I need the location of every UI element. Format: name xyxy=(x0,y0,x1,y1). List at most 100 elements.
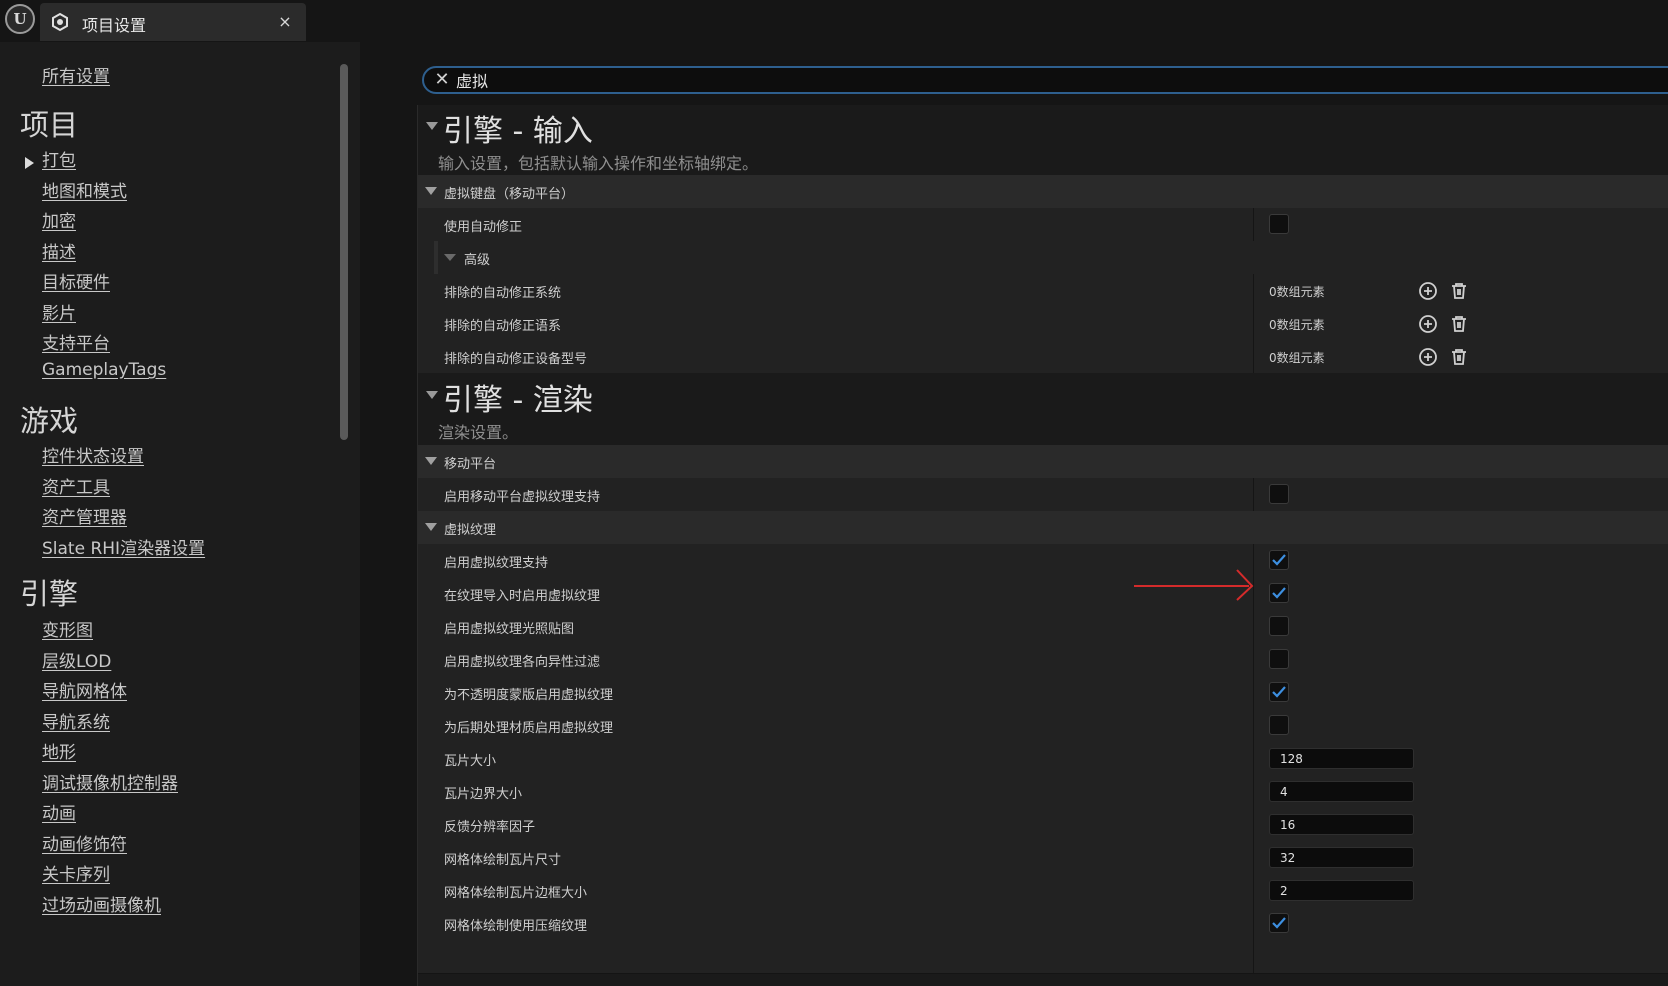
column-divider[interactable] xyxy=(1253,742,1254,775)
trash-icon[interactable] xyxy=(1448,313,1470,335)
checkbox[interactable] xyxy=(1269,484,1289,504)
tab-project-settings[interactable]: 项目设置 × xyxy=(40,3,306,41)
category-mobile[interactable]: 移动平台 xyxy=(418,445,1668,479)
nav-item-cine-camera[interactable]: 过场动画摄像机 xyxy=(42,891,161,916)
column-divider[interactable] xyxy=(1253,907,1254,940)
setting-row: 反馈分辨率因子 xyxy=(418,808,1668,842)
section-title: 引擎 - 渲染 xyxy=(443,383,593,418)
nav-item-crypto[interactable]: 加密 xyxy=(42,207,76,232)
setting-label: 网格体绘制瓦片尺寸 xyxy=(444,853,562,868)
column-divider[interactable] xyxy=(1253,208,1254,241)
checkbox[interactable] xyxy=(1269,913,1289,933)
column-divider[interactable] xyxy=(1253,775,1254,808)
setting-label: 启用虚拟纹理各向异性过滤 xyxy=(444,655,601,670)
nav-item-target-hardware[interactable]: 目标硬件 xyxy=(42,268,110,293)
collapse-arrow-icon[interactable] xyxy=(444,254,456,261)
section-title: 引擎 - 输入 xyxy=(443,114,593,149)
tile-size-input[interactable] xyxy=(1269,748,1414,769)
checkbox[interactable] xyxy=(1269,583,1289,603)
nav-item-asset-manager[interactable]: 资产管理器 xyxy=(42,503,127,528)
collapse-arrow-icon[interactable] xyxy=(426,122,438,130)
column-divider[interactable] xyxy=(1253,274,1254,307)
column-divider[interactable] xyxy=(1253,841,1254,874)
checkbox[interactable] xyxy=(1269,649,1289,669)
setting-row: 排除的自动修正设备型号 0数组元素 xyxy=(418,340,1668,374)
setting-label: 排除的自动修正语系 xyxy=(444,319,562,334)
nav-item-movies[interactable]: 影片 xyxy=(42,299,76,324)
collapse-arrow-icon[interactable] xyxy=(426,391,438,399)
feedback-factor-input[interactable] xyxy=(1269,814,1414,835)
column-divider[interactable] xyxy=(1253,478,1254,511)
setting-row: 启用虚拟纹理各向异性过滤 xyxy=(418,643,1668,677)
nav-item-hlod[interactable]: 层级LOD xyxy=(42,647,111,672)
nav-item-level-sequence[interactable]: 关卡序列 xyxy=(42,860,110,885)
unreal-logo-icon[interactable]: U xyxy=(5,4,35,34)
setting-row xyxy=(418,940,1668,974)
category-virtual-texture[interactable]: 虚拟纹理 xyxy=(418,511,1668,545)
clear-search-icon[interactable]: ✕ xyxy=(432,70,452,90)
checkbox[interactable] xyxy=(1269,715,1289,735)
nav-item-navmesh[interactable]: 导航网格体 xyxy=(42,677,127,702)
sidebar-scrollbar[interactable] xyxy=(340,64,348,440)
setting-row: 网格体绘制使用压缩纹理 xyxy=(418,907,1668,941)
nav-item-packaging[interactable]: 打包 xyxy=(42,146,76,171)
collapse-arrow-icon[interactable] xyxy=(425,187,437,195)
checkbox[interactable] xyxy=(1269,550,1289,570)
nav-item-slate-rhi[interactable]: Slate RHI渲染器设置 xyxy=(42,534,205,559)
collapse-arrow-icon[interactable] xyxy=(425,457,437,465)
category-virtual-keyboard[interactable]: 虚拟键盘（移动平台） xyxy=(418,175,1668,209)
mesh-paint-border-input[interactable] xyxy=(1269,880,1414,901)
nav-item-supported-platforms[interactable]: 支持平台 xyxy=(42,329,110,354)
section-engine-render: 引擎 - 渲染 渲染设置。 xyxy=(418,373,1668,445)
column-divider[interactable] xyxy=(1253,874,1254,907)
gear-icon xyxy=(52,12,68,32)
column-divider[interactable] xyxy=(1253,940,1254,973)
column-divider[interactable] xyxy=(1253,643,1254,676)
setting-row: 排除的自动修正语系 0数组元素 xyxy=(418,307,1668,341)
checkbox[interactable] xyxy=(1269,214,1289,234)
nav-item-maps-modes[interactable]: 地图和模式 xyxy=(42,177,127,202)
trash-icon[interactable] xyxy=(1448,346,1470,368)
setting-row: 排除的自动修正系统 0数组元素 xyxy=(418,274,1668,308)
close-icon[interactable]: × xyxy=(274,11,296,33)
subcategory-label: 高级 xyxy=(464,253,491,268)
nav-item-description[interactable]: 描述 xyxy=(42,238,76,263)
plus-circle-icon[interactable] xyxy=(1417,313,1439,335)
trash-icon[interactable] xyxy=(1448,280,1470,302)
category-label: 虚拟键盘（移动平台） xyxy=(444,187,575,202)
nav-item-morph-graph[interactable]: 变形图 xyxy=(42,616,93,641)
mesh-paint-tile-size-input[interactable] xyxy=(1269,847,1414,868)
collapse-arrow-icon[interactable] xyxy=(425,523,437,531)
column-divider[interactable] xyxy=(1253,808,1254,841)
nav-item-asset-tools[interactable]: 资产工具 xyxy=(42,473,110,498)
column-divider[interactable] xyxy=(1253,676,1254,709)
nav-item-landscape[interactable]: 地形 xyxy=(42,738,76,763)
setting-row: 启用移动平台虚拟纹理支持 xyxy=(418,478,1668,512)
plus-circle-icon[interactable] xyxy=(1417,280,1439,302)
subcategory-advanced[interactable]: 高级 xyxy=(418,241,1668,275)
setting-row: 在纹理导入时启用虚拟纹理 xyxy=(418,577,1668,611)
checkbox[interactable] xyxy=(1269,682,1289,702)
nav-item-anim-modifiers[interactable]: 动画修饰符 xyxy=(42,830,127,855)
search-input[interactable] xyxy=(456,69,1456,91)
array-count: 0数组元素 xyxy=(1269,351,1325,365)
settings-search-box[interactable]: ✕ xyxy=(422,66,1668,94)
column-divider[interactable] xyxy=(1253,307,1254,340)
nav-item-gameplaytags[interactable]: GameplayTags xyxy=(42,360,166,380)
nav-item-animation[interactable]: 动画 xyxy=(42,799,76,824)
tile-border-size-input[interactable] xyxy=(1269,781,1414,802)
setting-label: 反馈分辨率因子 xyxy=(444,820,536,835)
checkbox[interactable] xyxy=(1269,616,1289,636)
nav-item-widget-state[interactable]: 控件状态设置 xyxy=(42,442,144,467)
setting-label: 瓦片大小 xyxy=(444,754,497,769)
column-divider[interactable] xyxy=(1253,610,1254,643)
nav-item-debug-camera[interactable]: 调试摄像机控制器 xyxy=(42,769,178,794)
column-divider[interactable] xyxy=(1253,340,1254,373)
setting-label: 启用移动平台虚拟纹理支持 xyxy=(444,490,601,505)
plus-circle-icon[interactable] xyxy=(1417,346,1439,368)
details-panel: 引擎 - 输入 输入设置，包括默认输入操作和坐标轴绑定。 虚拟键盘（移动平台） … xyxy=(417,105,1668,986)
nav-item-nav-system[interactable]: 导航系统 xyxy=(42,708,110,733)
nav-all-settings[interactable]: 所有设置 xyxy=(42,62,110,87)
column-divider[interactable] xyxy=(1253,709,1254,742)
array-count: 0数组元素 xyxy=(1269,318,1325,332)
